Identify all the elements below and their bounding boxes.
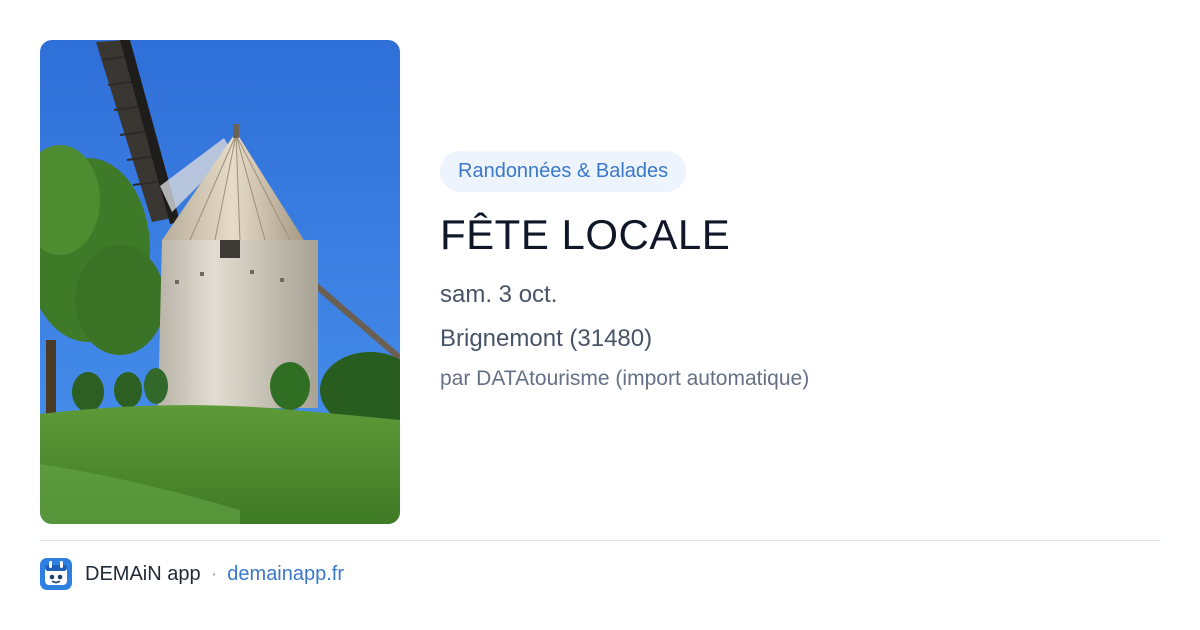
category-tag[interactable]: Randonnées & Balades bbox=[440, 151, 687, 192]
windmill-image bbox=[40, 40, 400, 524]
footer: DEMAiN app · demainapp.fr bbox=[40, 557, 344, 591]
footer-separator: · bbox=[210, 562, 218, 585]
footer-divider bbox=[40, 540, 1160, 541]
event-info: Randonnées & Balades FÊTE LOCALE sam. 3 … bbox=[440, 151, 1160, 392]
app-name: DEMAiN app bbox=[85, 562, 201, 585]
event-location: Brignemont (31480) bbox=[440, 325, 653, 352]
event-date: sam. 3 oct. bbox=[440, 281, 558, 308]
site-link[interactable]: demainapp.fr bbox=[227, 563, 344, 586]
demain-app-logo-icon bbox=[40, 558, 72, 590]
event-author: par DATAtourisme (import automatique) bbox=[440, 367, 810, 390]
event-title: FÊTE LOCALE bbox=[440, 211, 731, 258]
event-photo bbox=[40, 40, 400, 524]
event-share-card: Randonnées & Balades FÊTE LOCALE sam. 3 … bbox=[0, 0, 1200, 630]
